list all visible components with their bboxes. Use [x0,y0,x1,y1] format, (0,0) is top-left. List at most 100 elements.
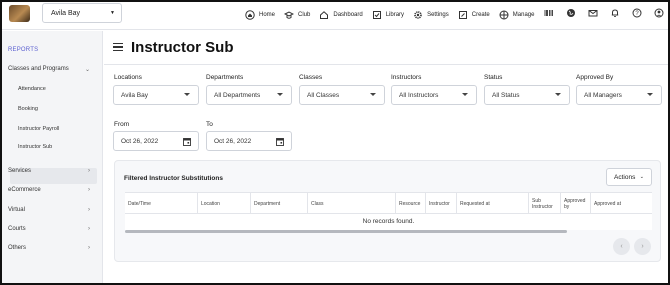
nav-settings[interactable]: Settings [413,10,449,20]
calendar-icon[interactable] [183,137,191,146]
nav-dashboard-label: Dashboard [333,12,363,18]
classes-select[interactable]: All Classes [299,85,385,105]
gear-icon [414,11,422,19]
nav-library[interactable]: Library [372,10,404,20]
chevron-left-icon: ‹ [620,243,623,250]
chevron-down-icon: ▼ [110,10,115,16]
caret-down-icon [370,93,376,96]
column-header-requested-at[interactable]: Requested at [456,193,528,215]
nav-create[interactable]: Create [458,10,490,20]
create-icon [458,11,467,19]
locations-select[interactable]: Avila Bay [113,85,199,105]
to-date-value: Oct 26, 2022 [214,137,252,145]
help-icon[interactable]: ? [632,8,642,18]
departments-select-value: All Departments [214,91,261,99]
nav-create-label: Create [471,12,490,18]
column-header-sub-instructor[interactable]: Sub Instructor [528,193,560,215]
nav-manage[interactable]: Manage [499,10,535,20]
sidebar-item-label: Services [8,168,32,174]
sidebar-item-booking[interactable]: Booking [18,106,38,112]
next-page-button[interactable]: › [634,238,651,255]
bell-icon[interactable] [610,8,620,18]
sidebar-item-instructor-sub[interactable]: Instructor Sub [18,144,52,150]
calendar-icon[interactable] [276,137,284,146]
instructors-select[interactable]: All Instructors [391,85,477,105]
caret-down-icon [555,93,561,96]
nav-library-label: Library [385,12,405,18]
sidebar: REPORTS Classes and Programs ⌄ Attendanc… [2,31,103,283]
departments-label: Departments [206,74,244,81]
caret-down-icon [462,93,468,96]
top-bar: Avila Bay ▼ Home Club Dashboard Library [2,2,668,30]
nav-club[interactable]: Club [284,10,310,20]
sidebar-item-virtual[interactable]: Virtual › [8,207,98,213]
approved-by-select-value: All Managers [584,91,622,99]
utility-icons: ? [544,8,668,18]
sidebar-item-label: Classes and Programs [8,66,69,72]
from-label: From [114,121,130,128]
column-header-approved-at[interactable]: Approved at [590,193,652,215]
column-header-instructor[interactable]: Instructor [425,193,456,215]
chevron-right-icon: › [88,207,90,213]
from-date-input[interactable]: Oct 26, 2022 [113,131,199,151]
column-header-class[interactable]: Class [307,193,395,215]
column-header-date-time[interactable]: Date/Time [125,193,197,215]
column-header-approved-by[interactable]: Approved by [560,193,590,215]
classes-select-value: All Classes [307,91,340,99]
results-card-title: Filtered Instructor Substitutions [124,175,223,182]
sidebar-item-ecommerce[interactable]: eCommerce › [8,187,98,193]
caret-down-icon [277,93,283,96]
column-header-location[interactable]: Location [197,193,250,215]
caret-down-icon [647,93,653,96]
home-icon [245,10,255,20]
previous-page-button[interactable]: ‹ [613,238,630,255]
sidebar-item-label: Others [8,245,27,251]
sidebar-item-courts[interactable]: Courts › [8,226,98,232]
sidebar-section-title: REPORTS [8,47,39,53]
chevron-right-icon: › [641,243,644,250]
mail-icon[interactable] [588,8,598,18]
nav-home[interactable]: Home [245,10,275,20]
chevron-down-icon: ⌄ [639,174,644,180]
sidebar-item-label: eCommerce [8,187,41,193]
to-date-input[interactable]: Oct 26, 2022 [206,131,292,151]
main-nav: Home Club Dashboard Library Settings Cre… [245,8,543,22]
approved-by-label: Approved By [576,74,614,81]
nav-manage-label: Manage [512,12,535,18]
column-header-department[interactable]: Department [250,193,307,215]
sidebar-item-classes-and-programs[interactable]: Classes and Programs ⌄ [8,66,98,73]
chevron-right-icon: › [88,226,90,232]
sidebar-item-others[interactable]: Others › [8,245,98,251]
column-header-resource[interactable]: Resource [395,193,425,215]
status-select-value: All Status [492,91,520,99]
sidebar-item-services[interactable]: Services › [8,168,98,174]
instructors-select-value: All Instructors [399,91,439,99]
status-label: Status [484,74,503,81]
status-select[interactable]: All Status [484,85,570,105]
club-icon [284,11,295,19]
user-icon[interactable] [654,8,664,18]
actions-button[interactable]: Actions ⌄ [606,168,652,186]
horizontal-scrollbar[interactable] [125,230,567,233]
chevron-down-icon: ⌄ [84,67,90,73]
menu-icon[interactable] [113,43,123,51]
nav-club-label: Club [298,12,311,18]
sidebar-item-label: Courts [8,226,26,232]
globe-icon[interactable] [566,8,576,18]
location-select[interactable]: Avila Bay ▼ [42,3,122,23]
sidebar-item-attendance[interactable]: Attendance [18,86,46,92]
to-label: To [206,121,213,128]
caret-down-icon [184,93,190,96]
nav-settings-label: Settings [427,12,449,18]
actions-button-label: Actions [614,173,636,181]
chevron-right-icon: › [88,245,90,251]
sidebar-item-instructor-payroll[interactable]: Instructor Payroll [18,126,59,132]
club-logo[interactable] [9,5,30,22]
sidebar-item-label: Virtual [8,207,25,213]
classes-label: Classes [299,74,323,81]
locations-select-value: Avila Bay [121,91,148,99]
nav-dashboard[interactable]: Dashboard [319,10,363,20]
approved-by-select[interactable]: All Managers [576,85,662,105]
departments-select[interactable]: All Departments [206,85,292,105]
barcode-icon[interactable] [544,8,554,18]
